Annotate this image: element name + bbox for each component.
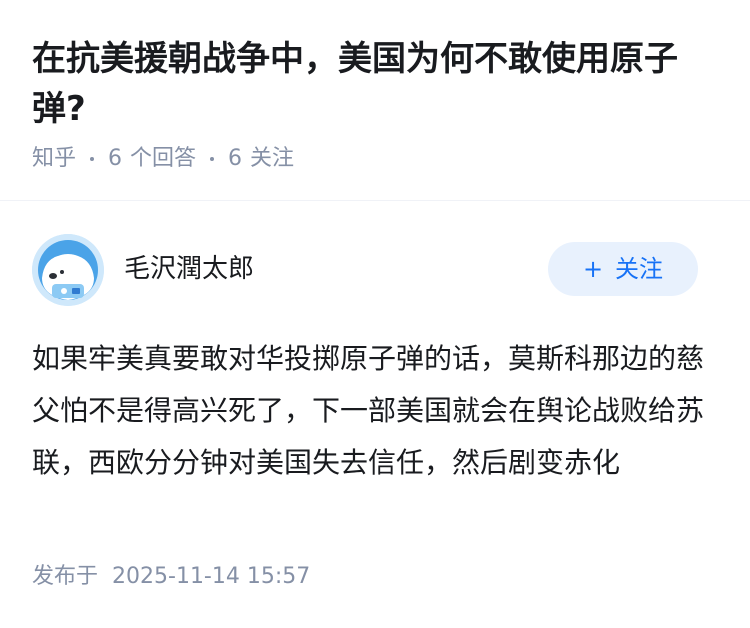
source-label[interactable]: 知乎 (32, 144, 76, 174)
plus-icon: + (582, 255, 604, 283)
question-title: 在抗美援朝战争中，美国为何不敢使用原子弹? (32, 39, 678, 129)
follow-button[interactable]: + 关注 (548, 242, 698, 296)
published-label: 发布于 (32, 564, 99, 589)
separator-dot (90, 157, 95, 161)
followers-label[interactable]: 关注 (250, 144, 294, 174)
followers-count: 6 (228, 146, 243, 171)
divider (0, 200, 750, 201)
follow-button-label: 关注 (615, 255, 664, 283)
avatar-icon (32, 234, 104, 306)
question-meta: 知乎 6 个回答 6 关注 (32, 144, 294, 174)
author-name[interactable]: 毛沢潤太郎 (124, 252, 254, 286)
published-info: 发布于 2025-11-14 15:57 (32, 561, 310, 593)
answer-content: 如果牢美真要敢对华投掷原子弹的话，莫斯科那边的慈父怕不是得高兴死了，下一部美国就… (32, 342, 705, 479)
answers-count: 6 (108, 146, 123, 171)
avatar[interactable] (32, 234, 104, 306)
separator-dot (210, 157, 215, 161)
answers-label[interactable]: 个回答 (130, 144, 196, 174)
published-time: 2025-11-14 15:57 (112, 564, 311, 589)
